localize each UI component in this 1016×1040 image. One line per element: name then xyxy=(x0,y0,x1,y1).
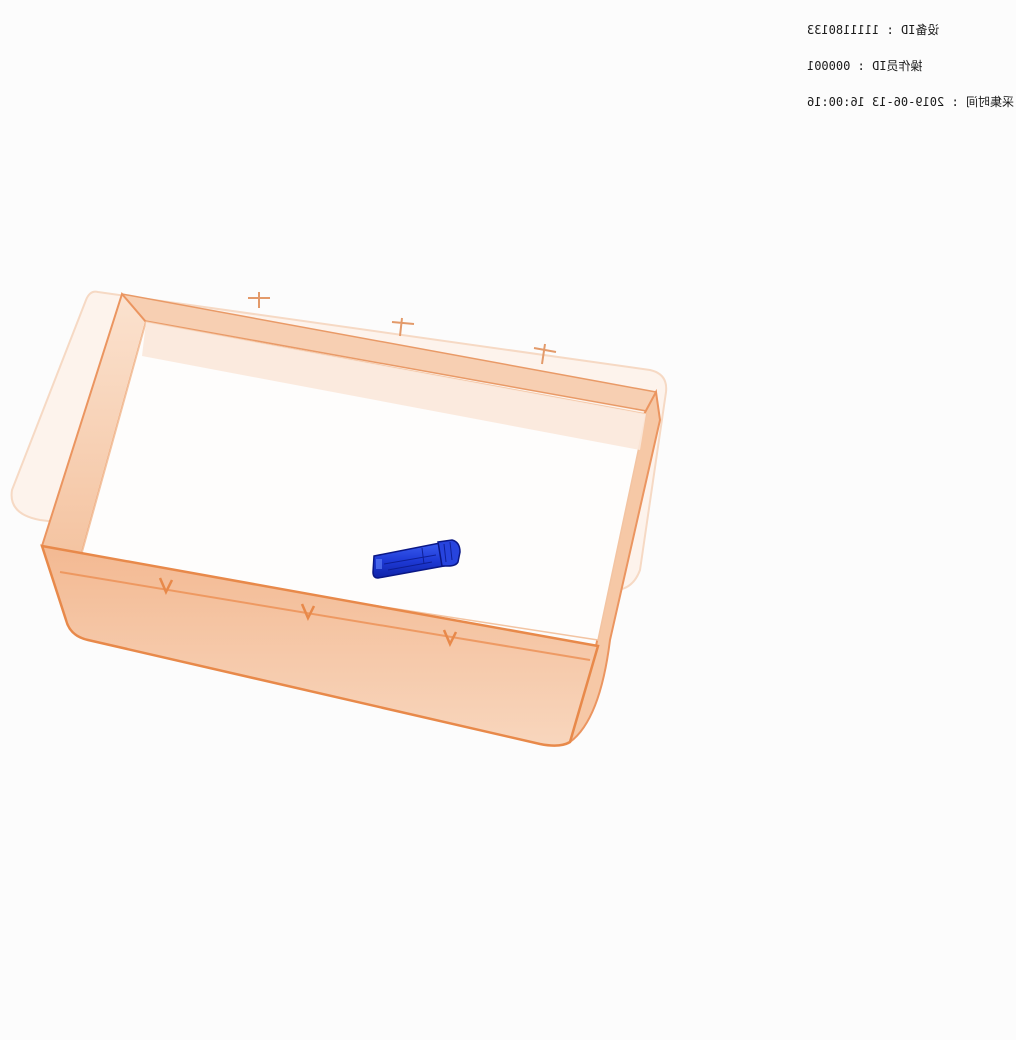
tray xyxy=(10,290,668,747)
lighter-head xyxy=(437,539,461,567)
xray-scan-image xyxy=(10,290,668,747)
